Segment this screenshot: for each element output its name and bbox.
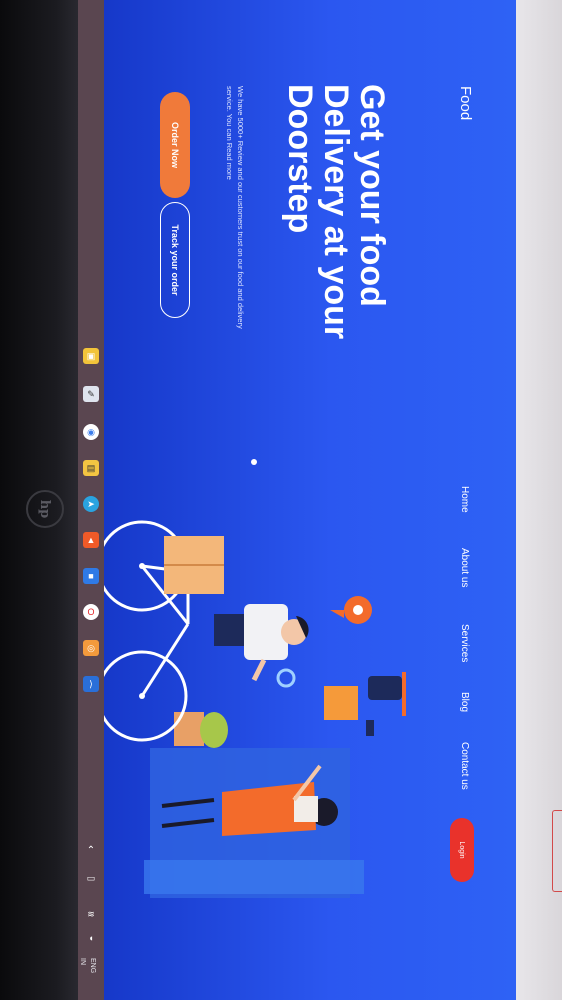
track-order-button[interactable]: Track your order bbox=[160, 202, 190, 318]
chat-icon[interactable]: ✎ bbox=[83, 386, 99, 402]
edge-widget bbox=[552, 810, 562, 892]
nav-home[interactable]: Home bbox=[459, 486, 470, 513]
telegram-icon[interactable]: ➤ bbox=[83, 496, 99, 512]
hp-logo-icon: hp bbox=[26, 490, 64, 528]
tray-language: ENG bbox=[89, 958, 96, 974]
tray-language-region: IN bbox=[79, 958, 86, 965]
nav-services[interactable]: Services bbox=[459, 624, 470, 662]
brand-logo[interactable]: Food bbox=[457, 86, 474, 120]
camera-icon[interactable]: ◎ bbox=[83, 640, 99, 656]
nav-about-us[interactable]: About us bbox=[459, 548, 470, 587]
file-explorer-icon[interactable]: ▣ bbox=[83, 348, 99, 364]
wifi-icon: ≋ bbox=[87, 908, 95, 919]
tray-chevron-icon[interactable]: ⌃ bbox=[83, 842, 99, 858]
nav-contact-us[interactable]: Contact us bbox=[459, 742, 470, 790]
folder-icon[interactable]: ▤ bbox=[83, 460, 99, 476]
volume-icon: ◖ bbox=[88, 933, 94, 943]
hero-title: Get your food Delivery at your Doorstep bbox=[281, 84, 391, 340]
login-button[interactable]: Login bbox=[450, 818, 474, 882]
opera-icon[interactable]: O bbox=[83, 604, 99, 620]
hero-description: We have 5000+ Review and our customers t… bbox=[225, 86, 245, 329]
vscode-icon[interactable]: ⟩ bbox=[83, 676, 99, 692]
battery-icon: ▭ bbox=[86, 872, 96, 883]
brave-icon[interactable]: ▲ bbox=[83, 532, 99, 548]
chrome-icon[interactable]: ◉ bbox=[83, 424, 99, 440]
website-hero: Food Get your food Delivery at your Door… bbox=[104, 0, 516, 1000]
order-now-button[interactable]: Order Now bbox=[160, 92, 190, 198]
taskbar: ▣ ✎ ◉ ▤ ➤ ▲ ■ O ◎ ⟩ ⌃ ▭ ≋ ◖ bbox=[78, 0, 104, 1000]
app-icon[interactable]: ■ bbox=[83, 568, 99, 584]
nav-blog[interactable]: Blog bbox=[459, 692, 470, 712]
